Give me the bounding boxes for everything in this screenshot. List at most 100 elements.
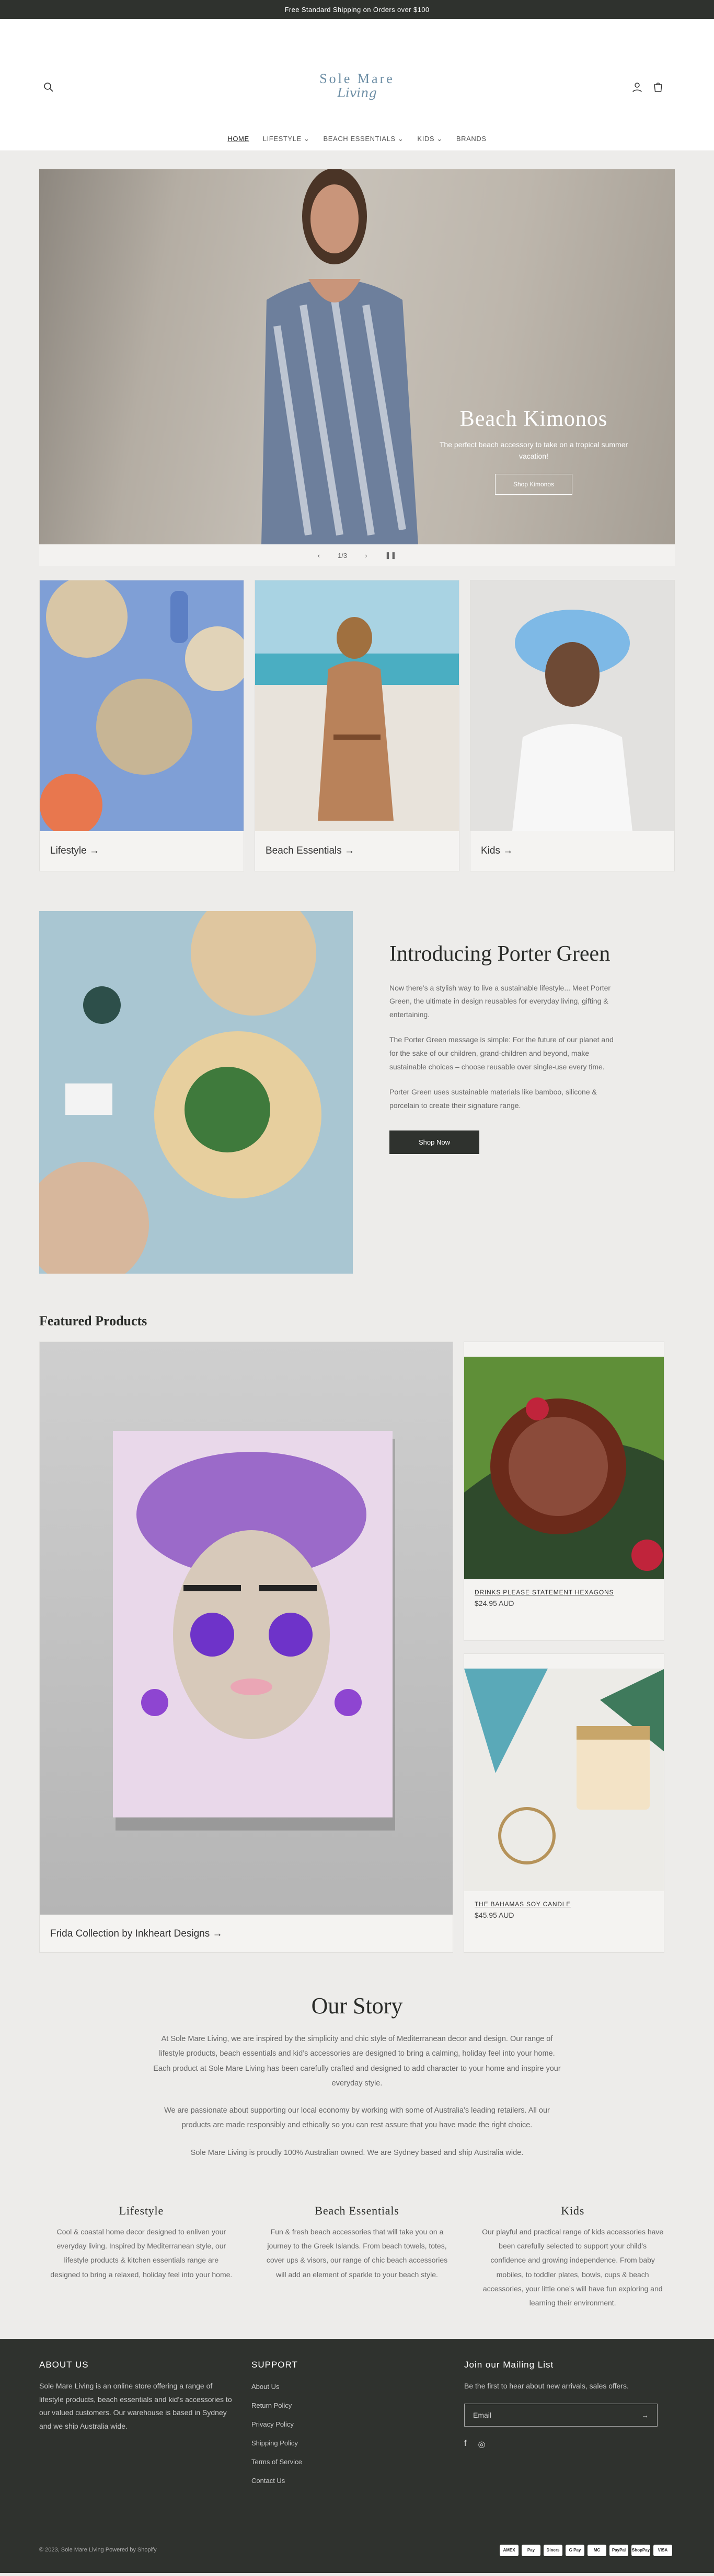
collection-card-kids[interactable]: Kids → xyxy=(470,580,675,871)
nav-beach-label: BEACH ESSENTIALS xyxy=(323,135,396,143)
footer-support-title: SUPPORT xyxy=(251,2359,298,2370)
footer-mail-text: Be the first to hear about new arrivals,… xyxy=(464,2381,629,2390)
porter-green-feature: Introducing Porter Green Now there’s a s… xyxy=(39,911,675,1274)
footer-link-privacy[interactable]: Privacy Policy xyxy=(251,2415,302,2434)
site-footer: ABOUT US Sole Mare Living is an online s… xyxy=(0,2338,714,2573)
collection-card-beach-essentials[interactable]: Beach Essentials → xyxy=(255,580,459,871)
nav-brands[interactable]: BRANDS xyxy=(456,135,487,143)
product-name[interactable]: DRINKS PLEASE STATEMENT HEXAGONS xyxy=(464,1579,664,1596)
nav-kids-label: KIDS xyxy=(417,135,435,143)
diners-icon: Diners xyxy=(544,2544,562,2556)
shop-now-button[interactable]: Shop Now xyxy=(389,1130,479,1154)
collection-grid: Lifestyle → Beach Essentials → Kids → xyxy=(39,580,675,871)
footer-link-shipping[interactable]: Shipping Policy xyxy=(251,2434,302,2453)
footer-support: SUPPORT About Us Return Policy Privacy P… xyxy=(251,2360,302,2490)
nav-lifestyle[interactable]: LIFESTYLE ⌄ xyxy=(263,135,310,143)
chevron-right-icon[interactable]: › xyxy=(365,552,367,560)
nav-beach-essentials[interactable]: BEACH ESSENTIALS ⌄ xyxy=(324,135,404,143)
logo-line2: Living xyxy=(337,86,377,100)
product-card[interactable]: THE BAHAMAS SOY CANDLE $45.95 AUD xyxy=(464,1653,664,1953)
category-kids: Kids Our playful and practical range of … xyxy=(470,2204,675,2311)
featured-products: Frida Collection by Inkheart Designs → D… xyxy=(39,1342,675,1953)
social-links: f ◎ xyxy=(464,2439,663,2450)
porter-green-paragraph-3: Porter Green uses sustainable materials … xyxy=(389,1087,597,1110)
footer-mailing-list: Join our Mailing List Be the first to he… xyxy=(464,2360,663,2450)
chevron-down-icon: ⌄ xyxy=(304,135,310,143)
google-pay-icon: G Pay xyxy=(566,2544,584,2556)
slide-counter: 1/3 xyxy=(338,551,348,560)
paypal-icon: PayPal xyxy=(609,2544,628,2556)
kids-image xyxy=(470,580,674,831)
product-price: $45.95 AUD xyxy=(475,1911,514,1919)
footer-link-contact[interactable]: Contact Us xyxy=(251,2472,302,2490)
payment-icons: AMEX Pay Diners G Pay MC PayPal ShopPay … xyxy=(500,2544,672,2556)
site-logo[interactable]: Sole Mare Living xyxy=(319,71,395,100)
copyright: © 2023, Sole Mare Living Powered by Shop… xyxy=(39,2546,157,2553)
product-image xyxy=(464,1357,664,1579)
visa-icon: VISA xyxy=(653,2544,672,2556)
footer-about-title: ABOUT US xyxy=(39,2359,89,2370)
pause-icon[interactable]: ❚❚ xyxy=(385,551,396,560)
category-title: Lifestyle xyxy=(119,2204,164,2217)
hero-slideshow: Beach Kimonos The perfect beach accessor… xyxy=(39,169,675,544)
email-placeholder: Email xyxy=(473,2410,492,2419)
chevron-down-icon: ⌄ xyxy=(397,135,404,143)
collection-label: Lifestyle → xyxy=(50,845,99,856)
search-icon[interactable] xyxy=(43,81,54,93)
amex-icon: AMEX xyxy=(500,2544,519,2556)
beach-image xyxy=(255,580,459,831)
cart-icon[interactable] xyxy=(652,81,664,93)
footer-about: ABOUT US Sole Mare Living is an online s… xyxy=(39,2360,238,2434)
chevron-down-icon: ⌄ xyxy=(436,135,443,143)
hero-subtitle: The perfect beach accessory to take on a… xyxy=(439,440,628,461)
our-story: Our Story At Sole Mare Living, we are in… xyxy=(153,1992,561,2160)
logo-line1: Sole Mare xyxy=(319,71,395,86)
email-field[interactable]: Email → xyxy=(464,2403,658,2427)
shop-kimonos-button[interactable]: Shop Kimonos xyxy=(494,473,573,495)
footer-link-return[interactable]: Return Policy xyxy=(251,2396,302,2415)
nav-kids[interactable]: KIDS ⌄ xyxy=(417,135,442,143)
announcement-bar: Free Standard Shipping on Orders over $1… xyxy=(0,0,714,19)
collection-image xyxy=(470,580,674,831)
collection-label: Beach Essentials → xyxy=(266,845,355,856)
category-lifestyle: Lifestyle Cool & coastal home decor desi… xyxy=(39,2204,244,2311)
category-text: Fun & fresh beach accessories that will … xyxy=(266,2227,448,2279)
porter-green-paragraph-2: The Porter Green message is simple: For … xyxy=(389,1035,614,1071)
facebook-icon[interactable]: f xyxy=(464,2439,466,2450)
porter-green-paragraph-1: Now there’s a stylish way to live a sust… xyxy=(389,983,611,1019)
mastercard-icon: MC xyxy=(588,2544,606,2556)
story-heading: Our Story xyxy=(311,1993,403,2019)
porter-green-image xyxy=(39,911,353,1274)
slideshow-controls: ‹ 1/3 › ❚❚ xyxy=(39,544,675,566)
footer-mail-title: Join our Mailing List xyxy=(464,2359,554,2370)
story-paragraph-2: We are passionate about supporting our l… xyxy=(164,2106,550,2130)
collection-label: Kids → xyxy=(481,845,513,856)
featured-heading: Featured Products xyxy=(39,1313,147,1328)
product-card[interactable]: DRINKS PLEASE STATEMENT HEXAGONS $24.95 … xyxy=(464,1342,664,1641)
footer-link-about[interactable]: About Us xyxy=(251,2377,302,2396)
collection-image xyxy=(255,580,459,831)
porter-green-text: Introducing Porter Green Now there’s a s… xyxy=(389,940,619,1154)
porter-green-heading: Introducing Porter Green xyxy=(389,942,611,966)
porter-green-illustration xyxy=(39,911,353,1274)
account-icon[interactable] xyxy=(631,81,643,93)
arrow-right-icon[interactable]: → xyxy=(641,2411,649,2419)
instagram-icon[interactable]: ◎ xyxy=(478,2439,485,2450)
featured-collection-card[interactable]: Frida Collection by Inkheart Designs → xyxy=(39,1342,453,1953)
featured-product-column: DRINKS PLEASE STATEMENT HEXAGONS $24.95 … xyxy=(464,1342,664,1953)
nav-home[interactable]: HOME xyxy=(227,135,249,143)
collection-image xyxy=(40,580,244,831)
featured-collection-label: Frida Collection by Inkheart Designs → xyxy=(50,1928,223,1939)
candle-image xyxy=(464,1669,664,1891)
chevron-left-icon[interactable]: ‹ xyxy=(318,552,320,560)
product-image xyxy=(464,1669,664,1891)
product-name[interactable]: THE BAHAMAS SOY CANDLE xyxy=(464,1891,664,1908)
category-title: Beach Essentials xyxy=(315,2204,399,2217)
footer-about-text: Sole Mare Living is an online store offe… xyxy=(39,2381,232,2431)
footer-link-terms[interactable]: Terms of Service xyxy=(251,2453,302,2472)
story-paragraph-3: Sole Mare Living is proudly 100% Austral… xyxy=(190,2148,524,2157)
collection-card-lifestyle[interactable]: Lifestyle → xyxy=(39,580,244,871)
nav-lifestyle-label: LIFESTYLE xyxy=(262,135,302,143)
hero-text: Beach Kimonos The perfect beach accessor… xyxy=(429,406,638,495)
shop-pay-icon: ShopPay xyxy=(631,2544,650,2556)
